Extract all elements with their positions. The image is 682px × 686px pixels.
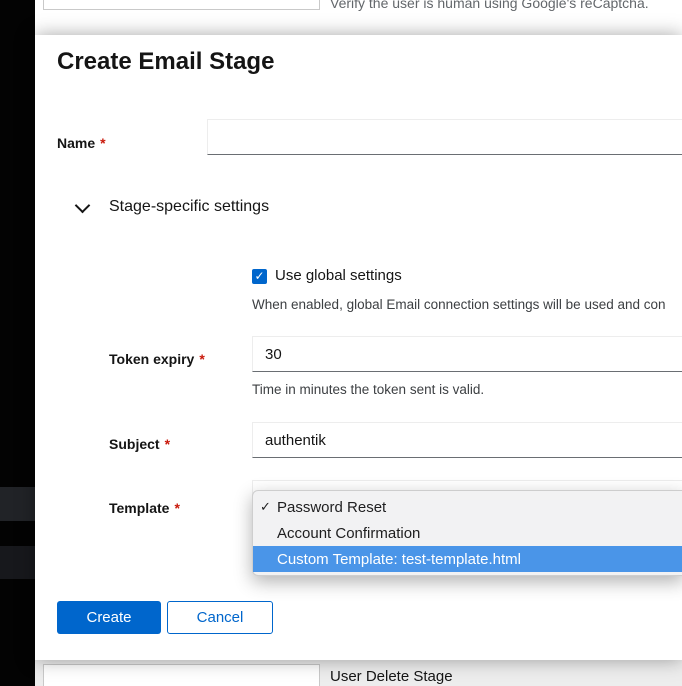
dropdown-option-custom-template[interactable]: Custom Template: test-template.html xyxy=(253,546,682,572)
screen: Verify the user is human using Google's … xyxy=(0,0,682,686)
sidebar-item xyxy=(0,546,35,579)
required-asterisk: * xyxy=(100,135,105,151)
name-label: Name * xyxy=(57,135,106,151)
token-expiry-label: Token expiry * xyxy=(109,351,205,367)
use-global-settings-help: When enabled, global Email connection se… xyxy=(252,297,666,312)
dropdown-option-account-confirmation[interactable]: Account Confirmation xyxy=(253,520,682,546)
subject-label: Subject * xyxy=(109,436,170,452)
use-global-settings-label[interactable]: Use global settings xyxy=(275,267,402,284)
token-expiry-help: Time in minutes the token sent is valid. xyxy=(252,382,484,397)
dropdown-option-label: Custom Template: test-template.html xyxy=(277,551,521,568)
create-button[interactable]: Create xyxy=(57,601,161,634)
background-page-bottom: User Delete Stage xyxy=(35,660,682,686)
modal-title: Create Email Stage xyxy=(57,48,274,76)
template-dropdown-menu: ✓ Password Reset Account Confirmation Cu… xyxy=(252,490,682,576)
name-input[interactable] xyxy=(207,119,682,155)
template-label: Template * xyxy=(109,500,180,516)
create-email-stage-modal: Create Email Stage Name * Stage-specific … xyxy=(35,35,682,660)
required-asterisk: * xyxy=(199,351,204,367)
subject-input[interactable] xyxy=(252,422,682,458)
sidebar-item xyxy=(0,487,35,521)
token-expiry-input[interactable] xyxy=(252,336,682,372)
use-global-settings-checkbox[interactable]: ✓ xyxy=(252,269,267,284)
dropdown-option-password-reset[interactable]: ✓ Password Reset xyxy=(253,494,682,520)
chevron-down-icon xyxy=(75,198,91,214)
user-delete-stage-text: User Delete Stage xyxy=(330,668,453,685)
name-label-text: Name xyxy=(57,135,95,151)
subject-label-text: Subject xyxy=(109,436,160,452)
required-asterisk: * xyxy=(174,500,179,516)
token-expiry-label-text: Token expiry xyxy=(109,351,194,367)
app-sidebar xyxy=(0,0,35,686)
required-asterisk: * xyxy=(165,436,170,452)
background-page-top: Verify the user is human using Google's … xyxy=(35,0,682,35)
check-icon: ✓ xyxy=(260,499,271,515)
cancel-button[interactable]: Cancel xyxy=(167,601,273,634)
template-label-text: Template xyxy=(109,500,169,516)
background-card xyxy=(43,0,320,10)
recaptcha-help-text: Verify the user is human using Google's … xyxy=(330,0,649,11)
section-toggle[interactable]: Stage-specific settings xyxy=(75,195,269,219)
dropdown-option-label: Account Confirmation xyxy=(277,525,420,542)
dropdown-option-label: Password Reset xyxy=(277,499,386,516)
section-title: Stage-specific settings xyxy=(109,198,269,216)
background-card xyxy=(43,664,320,686)
